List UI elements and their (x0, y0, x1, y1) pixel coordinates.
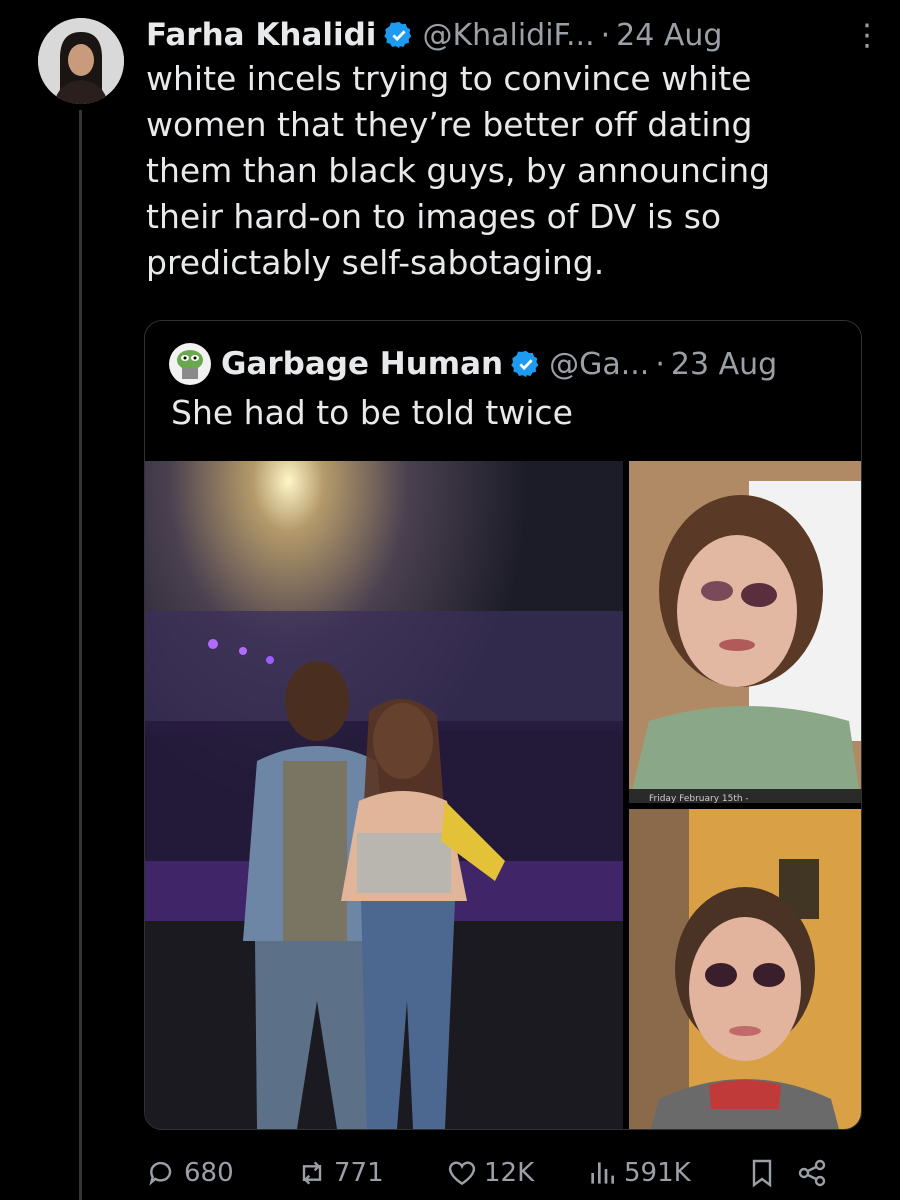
author-avatar[interactable] (38, 18, 124, 104)
repost-count: 771 (334, 1158, 384, 1188)
reply-button[interactable]: 680 (146, 1157, 296, 1189)
quoted-time[interactable]: 23 Aug (671, 347, 777, 382)
tweet-text: white incels trying to convince white wo… (146, 59, 771, 282)
quoted-author-handle[interactable]: @Ga... (549, 347, 649, 382)
more-icon[interactable]: ⋮ (852, 18, 882, 53)
quoted-author-name[interactable]: Garbage Human (221, 346, 503, 382)
tweet-time[interactable]: 24 Aug (616, 18, 722, 53)
like-count: 12K (484, 1158, 535, 1188)
repost-button[interactable]: 771 (296, 1157, 446, 1189)
verified-badge-icon (384, 21, 412, 49)
views-icon (591, 1162, 614, 1184)
repost-icon (302, 1161, 322, 1185)
photo-caption: Friday February 15th - (649, 794, 749, 803)
bookmark-icon (752, 1159, 772, 1188)
action-bar: 680 771 12K 591K (146, 1148, 846, 1198)
injury-photo-2[interactable] (629, 809, 861, 1129)
author-name[interactable]: Farha Khalidi (146, 17, 376, 53)
quoted-tweet[interactable]: Garbage Human @Ga... · 23 Aug She had to… (144, 320, 862, 1130)
separator: · (655, 346, 665, 382)
share-button[interactable] (796, 1157, 836, 1189)
injury-photo-1[interactable]: Friday February 15th - (629, 461, 861, 803)
quoted-text: She had to be told twice (171, 393, 573, 432)
quoted-header: Garbage Human @Ga... · 23 Aug (169, 341, 841, 387)
tweet-header: Farha Khalidi @KhalidiF... · 24 Aug ⋮ (146, 10, 882, 60)
views-button[interactable]: 591K (586, 1157, 746, 1189)
like-button[interactable]: 12K (446, 1157, 586, 1189)
reply-icon (149, 1161, 172, 1186)
quoted-avatar (169, 343, 211, 385)
bookmark-button[interactable] (746, 1157, 796, 1189)
separator: · (600, 17, 611, 53)
concert-photo[interactable] (145, 461, 623, 1129)
share-icon (798, 1159, 826, 1187)
media-grid: Friday February 15th - (145, 461, 861, 1129)
author-handle[interactable]: @KhalidiF... (422, 18, 594, 53)
like-icon (448, 1161, 476, 1186)
verified-badge-icon (511, 350, 539, 378)
reply-count: 680 (184, 1158, 234, 1188)
views-count: 591K (624, 1158, 691, 1188)
thread-line (79, 110, 82, 1200)
